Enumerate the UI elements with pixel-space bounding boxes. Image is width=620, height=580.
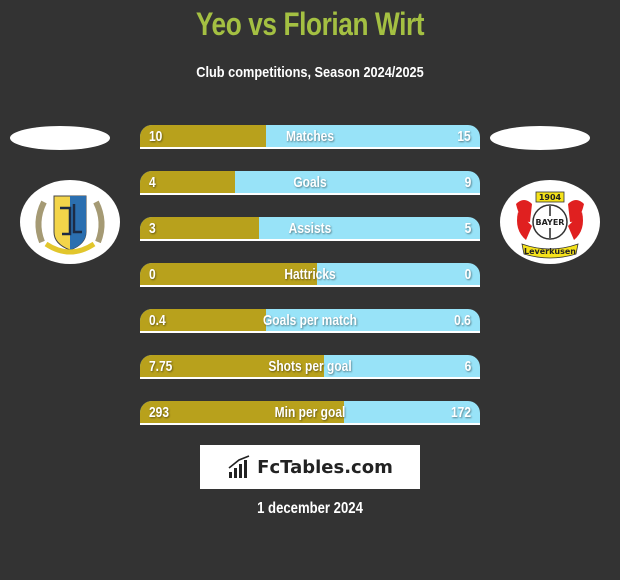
- left-value: 4: [149, 174, 156, 191]
- stat-label: Assists: [288, 220, 332, 237]
- right-player-oval: [490, 126, 590, 150]
- stat-label: Goals per match: [262, 312, 358, 329]
- page-subtitle: Club competitions, Season 2024/2025: [196, 64, 424, 81]
- bar-chart-icon: [228, 455, 250, 478]
- right-value: 0.6: [454, 312, 471, 329]
- svg-text:BAYER: BAYER: [536, 218, 565, 227]
- stat-row: 7.75 Shots per goal 6: [140, 355, 480, 379]
- right-value: 9: [464, 174, 471, 191]
- right-value: 0: [464, 266, 471, 283]
- stat-row: 3 Assists 5: [140, 217, 480, 241]
- right-value: 15: [457, 128, 471, 145]
- left-value: 293: [149, 404, 170, 421]
- svg-text:Leverkusen: Leverkusen: [524, 247, 576, 256]
- right-value: 6: [464, 358, 471, 375]
- brand-name: FcTables.com: [257, 456, 393, 478]
- stat-label: Min per goal: [274, 404, 346, 421]
- stat-row: 0 Hattricks 0: [140, 263, 480, 287]
- stat-label: Matches: [285, 128, 335, 145]
- crest-icon: [35, 195, 105, 255]
- stat-label: Shots per goal: [268, 358, 352, 375]
- date-label: 1 december 2024: [257, 500, 363, 517]
- left-value: 3: [149, 220, 156, 237]
- stat-row: 293 Min per goal 172: [140, 401, 480, 425]
- right-value: 172: [450, 404, 471, 421]
- bayer-leverkusen-crest-icon: 1904 BAYER Leverkusen: [516, 191, 584, 259]
- stat-row: 10 Matches 15: [140, 125, 480, 149]
- left-club-logo[interactable]: [20, 180, 120, 264]
- right-value: 5: [464, 220, 471, 237]
- left-value: 0: [149, 266, 156, 283]
- left-value: 0.4: [149, 312, 166, 329]
- left-value: 7.75: [149, 358, 173, 375]
- right-club-logo[interactable]: 1904 BAYER Leverkusen: [500, 180, 600, 264]
- left-player-oval: [10, 126, 110, 150]
- fctables-brand-link[interactable]: FcTables.com: [200, 445, 420, 489]
- page-title: Yeo vs Florian Wirt: [195, 6, 425, 42]
- stat-row: 0.4 Goals per match 0.6: [140, 309, 480, 333]
- left-value: 10: [149, 128, 163, 145]
- stat-label: Hattricks: [284, 266, 336, 283]
- stat-label: Goals: [293, 174, 327, 191]
- stat-row: 4 Goals 9: [140, 171, 480, 195]
- svg-text:1904: 1904: [539, 193, 562, 202]
